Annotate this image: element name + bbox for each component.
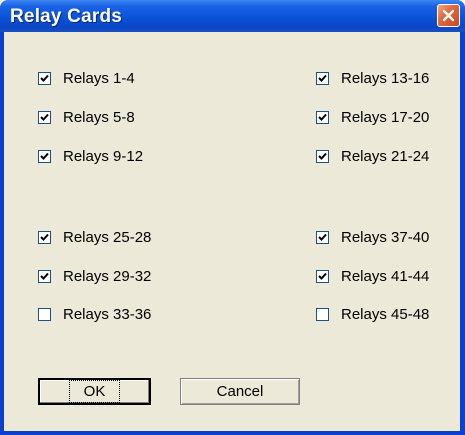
checkbox-box[interactable] <box>316 149 329 163</box>
checkmark-icon <box>318 74 327 82</box>
checkbox-relays-45-48[interactable]: Relays 45-48 <box>316 304 429 324</box>
checkbox-box[interactable] <box>38 269 51 283</box>
checkmark-icon <box>40 233 49 241</box>
checkbox-relays-33-36[interactable]: Relays 33-36 <box>38 304 151 324</box>
checkbox-label: Relays 37-40 <box>341 228 430 246</box>
checkbox-box[interactable] <box>316 269 329 283</box>
checkmark-icon <box>318 272 327 280</box>
checkbox-relays-17-20[interactable]: Relays 17-20 <box>316 107 429 127</box>
checkmark-icon <box>318 152 327 160</box>
checkbox-box[interactable] <box>38 230 51 244</box>
relay-cards-dialog: Relay Cards Relays 1-4 Relays 5-8 Relays… <box>0 0 465 435</box>
checkbox-box[interactable] <box>316 307 329 321</box>
checkbox-label: Relays 1-4 <box>63 69 135 87</box>
checkbox-label: Relays 25-28 <box>63 228 152 246</box>
checkbox-box[interactable] <box>38 110 51 124</box>
dialog-body: Relays 1-4 Relays 5-8 Relays 9-12 Relays… <box>4 32 460 431</box>
checkmark-icon <box>40 272 49 280</box>
checkbox-relays-21-24[interactable]: Relays 21-24 <box>316 146 429 166</box>
title-bar[interactable]: Relay Cards <box>0 0 465 32</box>
checkbox-relays-9-12[interactable]: Relays 9-12 <box>38 146 143 166</box>
checkmark-icon <box>40 113 49 121</box>
checkmark-icon <box>318 233 327 241</box>
checkbox-label: Relays 17-20 <box>341 108 430 126</box>
cancel-button[interactable]: Cancel <box>180 378 300 405</box>
ok-button-label: OK <box>68 380 121 403</box>
checkbox-relays-5-8[interactable]: Relays 5-8 <box>38 107 135 127</box>
checkbox-relays-13-16[interactable]: Relays 13-16 <box>316 68 429 88</box>
checkbox-label: Relays 13-16 <box>341 69 430 87</box>
checkbox-box[interactable] <box>38 71 51 85</box>
close-button[interactable] <box>437 4 460 27</box>
close-icon <box>442 9 455 22</box>
checkmark-icon <box>40 152 49 160</box>
checkbox-label: Relays 33-36 <box>63 305 152 323</box>
checkbox-box[interactable] <box>316 71 329 85</box>
checkbox-label: Relays 41-44 <box>341 267 430 285</box>
checkbox-box[interactable] <box>38 149 51 163</box>
checkbox-relays-37-40[interactable]: Relays 37-40 <box>316 227 429 247</box>
checkbox-label: Relays 21-24 <box>341 147 430 165</box>
checkbox-label: Relays 29-32 <box>63 267 152 285</box>
checkbox-box[interactable] <box>316 230 329 244</box>
checkbox-box[interactable] <box>38 307 51 321</box>
checkbox-box[interactable] <box>316 110 329 124</box>
checkbox-relays-29-32[interactable]: Relays 29-32 <box>38 266 151 286</box>
checkbox-label: Relays 45-48 <box>341 305 430 323</box>
checkbox-relays-41-44[interactable]: Relays 41-44 <box>316 266 429 286</box>
checkbox-label: Relays 5-8 <box>63 108 135 126</box>
checkmark-icon <box>318 113 327 121</box>
checkbox-relays-1-4[interactable]: Relays 1-4 <box>38 68 135 88</box>
checkbox-label: Relays 9-12 <box>63 147 144 165</box>
checkbox-relays-25-28[interactable]: Relays 25-28 <box>38 227 151 247</box>
checkmark-icon <box>40 74 49 82</box>
ok-button[interactable]: OK <box>38 378 151 405</box>
dialog-title: Relay Cards <box>10 6 123 27</box>
